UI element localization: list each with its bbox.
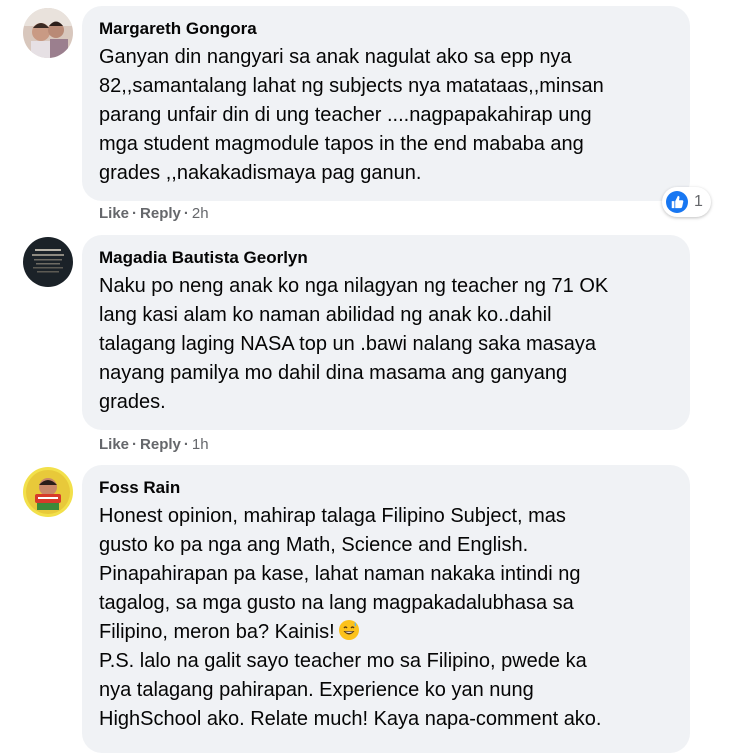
comment-text-line: nya talagang pahirapan. Experience ko ya… <box>99 679 534 701</box>
comment-text-line: tagalog, sa mga gusto na lang magpakadal… <box>99 592 574 614</box>
reaction-count-badge[interactable]: 1 <box>662 187 711 217</box>
separator-dot: · <box>183 205 189 222</box>
comment-text-line: Naku po neng anak ko nga nilagyan ng tea… <box>99 275 609 297</box>
comment-bubble: Magadia Bautista Georlyn Naku po neng an… <box>82 235 690 430</box>
avatar[interactable] <box>23 8 73 58</box>
comment-author[interactable]: Margareth Gongora <box>99 18 672 40</box>
separator-dot: · <box>183 436 189 453</box>
comment-text-line: mga student magmodule tapos in the end m… <box>99 133 584 155</box>
comment-text-line: Ganyan din nangyari sa anak nagulat ako … <box>99 46 572 68</box>
grinning-sweat-emoji-icon <box>338 620 359 640</box>
avatar[interactable] <box>23 467 73 517</box>
comment-text-line: HighSchool ako. Relate much! Kaya napa-c… <box>99 708 602 730</box>
separator-dot: · <box>132 436 138 453</box>
avatar-photo-icon <box>23 8 73 58</box>
comment-actions: Like · Reply · 1h <box>99 436 209 454</box>
reply-button[interactable]: Reply <box>140 436 181 453</box>
comment-bubble: Foss Rain Honest opinion, mahirap talaga… <box>82 465 690 753</box>
comment-text-line: parang unfair din di ung teacher ....nag… <box>99 104 592 126</box>
comment-text-line: grades ,,nakakadismaya pag ganun. <box>99 162 422 184</box>
comment-text-line: lang kasi alam ko naman abilidad ng anak… <box>99 304 552 326</box>
like-button[interactable]: Like <box>99 205 129 222</box>
comment-text-line: nayang pamilya mo dahil dina masama ang … <box>99 362 568 384</box>
reaction-count: 1 <box>694 193 703 210</box>
comment-actions: Like · Reply · 2h <box>99 205 209 223</box>
comment-timestamp[interactable]: 1h <box>192 436 209 453</box>
comment-text-line: 82,,samantalang lahat ng subjects nya ma… <box>99 75 604 97</box>
avatar-teacher-badge-icon <box>23 467 73 517</box>
comment-author[interactable]: Magadia Bautista Georlyn <box>99 247 672 269</box>
separator-dot: · <box>132 205 138 222</box>
like-button[interactable]: Like <box>99 436 129 453</box>
comment-text-line: talagang laging NASA top un .bawi nalang… <box>99 333 597 355</box>
comment-text-line: P.S. lalo na galit sayo teacher mo sa Fi… <box>99 650 587 672</box>
comment-text-line: gusto ko pa nga ang Math, Science and En… <box>99 534 529 556</box>
comment-bubble: Margareth Gongora Ganyan din nangyari sa… <box>82 6 690 201</box>
comment-text-line: Pinapahirapan pa kase, lahat naman nakak… <box>99 563 581 585</box>
like-reaction-icon <box>666 191 688 213</box>
comment-timestamp[interactable]: 2h <box>192 205 209 222</box>
comment-text-line: Filipino, meron ba? Kainis! <box>99 618 672 647</box>
comment-text-line: Honest opinion, mahirap talaga Filipino … <box>99 505 566 527</box>
avatar[interactable] <box>23 237 73 287</box>
comment-text-line: grades. <box>99 391 166 413</box>
comment-text-fragment: Filipino, meron ba? Kainis! <box>99 621 335 643</box>
avatar-dark-icon <box>23 237 73 287</box>
reply-button[interactable]: Reply <box>140 205 181 222</box>
comment-author[interactable]: Foss Rain <box>99 477 672 499</box>
